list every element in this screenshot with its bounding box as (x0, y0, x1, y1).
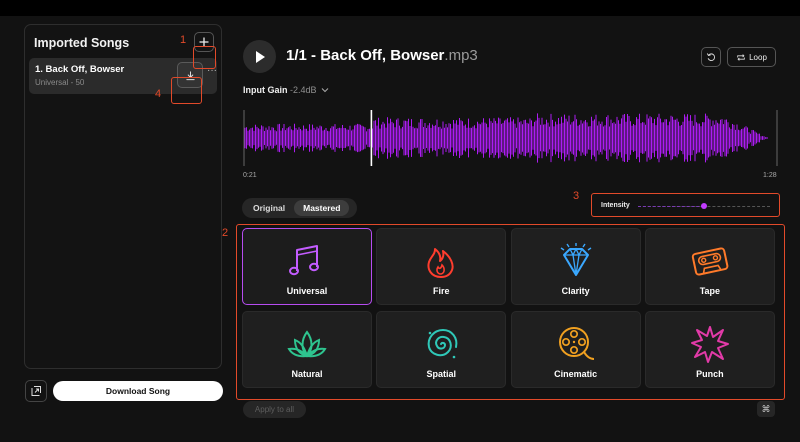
preset-card-clarity[interactable]: Clarity (510, 228, 641, 305)
preset-label: Spatial (426, 369, 457, 379)
preset-label: Universal (286, 286, 328, 296)
input-gain-dropdown[interactable]: Input Gain -2.4dB (243, 85, 329, 95)
preset-label: Cinematic (554, 369, 598, 379)
more-options-icon[interactable]: ··· (207, 65, 217, 76)
play-button[interactable] (243, 40, 276, 73)
track-title: 1/1 - Back Off, Bowser.mp3 (286, 47, 478, 64)
preset-card-cinematic[interactable]: Cinematic (510, 311, 641, 388)
preset-label: Fire (433, 286, 450, 296)
music-notes-icon (289, 245, 319, 276)
loop-button[interactable]: Loop (727, 47, 776, 67)
preset-label: Punch (696, 369, 724, 379)
chevron-down-icon (321, 88, 329, 93)
song-list-item[interactable]: 1. Back Off, Bowser Universal - 50 ··· (29, 58, 217, 94)
preset-label: Tape (699, 286, 721, 296)
lotus-icon (287, 330, 327, 358)
preset-card-fire[interactable]: Fire (376, 228, 507, 305)
original-mastered-toggle: Original Mastered (242, 198, 357, 218)
input-gain-value: -2.4dB (290, 85, 317, 95)
preset-label: Natural (291, 369, 323, 379)
fire-icon (427, 248, 454, 278)
original-option[interactable]: Original (244, 200, 294, 216)
song-title: 1. Back Off, Bowser (35, 64, 125, 75)
annotation-label-4: 4 (155, 88, 162, 100)
preset-card-spatial[interactable]: Spatial (376, 311, 507, 388)
apply-to-all-button[interactable]: Apply to all (243, 401, 306, 418)
cassette-tape-icon (691, 247, 729, 276)
preset-grid: Universal Fire Clarity Tape Natural Spatial Ci… (242, 228, 775, 390)
window-top-bar (0, 0, 800, 16)
import-file-button[interactable] (25, 380, 47, 402)
input-gain-label: Input Gain (243, 85, 288, 95)
annotation-label-1: 1 (180, 34, 187, 46)
download-icon (185, 70, 195, 80)
waveform[interactable] (243, 110, 778, 166)
file-import-icon (31, 386, 41, 396)
download-song-icon-button[interactable] (177, 62, 203, 88)
intensity-slider[interactable]: Intensity (594, 196, 778, 216)
preset-label: Clarity (561, 286, 590, 296)
mastered-option[interactable]: Mastered (294, 200, 350, 216)
time-start: 0:21 (243, 172, 257, 179)
diamond-icon (560, 243, 591, 276)
loop-icon (737, 53, 745, 61)
loop-label: Loop (749, 52, 767, 62)
film-reel-icon (558, 327, 594, 360)
download-song-button[interactable]: Download Song (53, 381, 223, 401)
undo-icon (706, 53, 716, 61)
plus-icon (199, 37, 209, 47)
intensity-fill (638, 206, 704, 207)
reset-button[interactable] (701, 47, 721, 67)
annotation-label-2: 2 (222, 227, 229, 239)
command-shortcut-button[interactable]: ⌘ (757, 401, 775, 417)
intensity-label: Intensity (601, 202, 630, 209)
track-name: Back Off, Bowser (320, 47, 445, 64)
preset-card-tape[interactable]: Tape (644, 228, 775, 305)
imported-songs-panel: Imported Songs 1. Back Off, Bowser Unive… (24, 24, 222, 369)
preset-card-universal[interactable]: Universal (242, 228, 372, 305)
track-index: 1/1 - (286, 47, 321, 64)
intensity-handle[interactable] (701, 203, 707, 209)
burst-icon (690, 326, 729, 363)
play-icon (255, 50, 265, 63)
time-end: 1:28 (763, 172, 777, 179)
preset-card-punch[interactable]: Punch (644, 311, 775, 388)
panel-title: Imported Songs (34, 36, 130, 50)
track-extension: .mp3 (444, 47, 478, 64)
preset-card-natural[interactable]: Natural (242, 311, 372, 388)
spiral-galaxy-icon (427, 328, 458, 359)
annotation-label-3: 3 (573, 190, 580, 202)
song-preset-level: Universal - 50 (35, 78, 85, 87)
add-song-button[interactable] (194, 32, 214, 52)
